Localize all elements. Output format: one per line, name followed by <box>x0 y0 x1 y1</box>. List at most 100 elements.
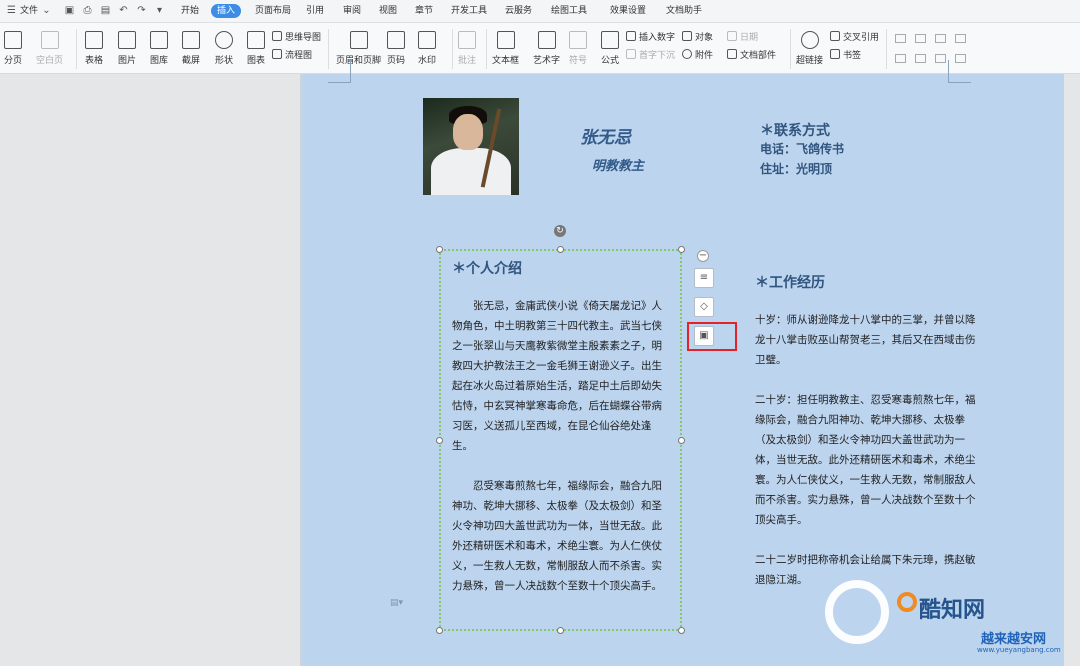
resize-handle[interactable] <box>436 246 443 253</box>
page-break-icon <box>4 31 22 49</box>
contact-phone: 电话：飞鸽传书 <box>760 142 845 156</box>
formula-button[interactable]: 公式 <box>601 31 619 66</box>
first-drop-button[interactable]: 首字下沉 <box>626 49 675 63</box>
page-number-button[interactable]: 页码 <box>387 31 405 66</box>
symbol-icon <box>569 31 587 49</box>
bookmark-icon <box>830 49 840 59</box>
picture-icon <box>118 31 136 49</box>
resize-handle[interactable] <box>557 627 564 634</box>
screenshot-icon <box>182 31 200 49</box>
menu-bar: ☰ 文件 ⌄ ▣ ⎙ ▤ ↶ ↷ ▾ 开始 插入 页面布局 引用 审阅 视图 章… <box>0 0 1080 23</box>
print-preview-icon[interactable]: ▤ <box>100 5 111 16</box>
picture-button[interactable]: 图片 <box>118 31 136 66</box>
layout-icon[interactable] <box>895 54 906 63</box>
table-icon <box>85 31 103 49</box>
highlight-box <box>687 322 737 351</box>
tab-view[interactable]: 视图 <box>379 0 397 22</box>
comment-button[interactable]: 批注 <box>458 31 476 66</box>
watermark-icon <box>418 31 436 49</box>
ribbon: 分页 空白页 表格 图片 图库 截屏 形状 图表 思维导图 流程图 页眉和页脚 … <box>0 23 1080 74</box>
table-button[interactable]: 表格 <box>85 31 103 66</box>
layout-icon[interactable] <box>915 54 926 63</box>
contact-heading: ＊联系方式 <box>760 123 830 139</box>
fill-icon[interactable]: ◇ <box>694 297 714 317</box>
shape-button[interactable]: 形状 <box>215 31 233 66</box>
mindmap-icon <box>272 31 282 41</box>
tab-page-layout[interactable]: 页面布局 <box>255 0 291 22</box>
print-icon[interactable]: ⎙ <box>82 5 93 16</box>
layout-options-icon[interactable]: ≡ <box>694 268 714 288</box>
wordart-button[interactable]: 艺术字 <box>533 31 560 66</box>
comment-icon <box>458 31 476 49</box>
tab-review[interactable]: 审阅 <box>343 0 361 22</box>
paragraph-mark-icon[interactable]: ▤▾ <box>390 598 403 608</box>
flowchart-button[interactable]: 流程图 <box>272 49 312 63</box>
layout-icon[interactable] <box>955 34 966 43</box>
layout-icon[interactable] <box>895 34 906 43</box>
resize-handle[interactable] <box>678 627 685 634</box>
layout-icon[interactable] <box>935 34 946 43</box>
watermark-button[interactable]: 水印 <box>418 31 436 66</box>
mindmap-button[interactable]: 思维导图 <box>272 31 321 45</box>
tab-insert[interactable]: 插入 <box>211 4 242 18</box>
ribbon-divider <box>452 29 453 69</box>
save-icon[interactable]: ▣ <box>64 5 75 16</box>
insert-number-button[interactable]: 插入数字 <box>626 31 675 45</box>
object-icon <box>682 31 692 41</box>
resize-handle[interactable] <box>436 437 443 444</box>
gallery-button[interactable]: 图库 <box>150 31 168 66</box>
customize-toolbar-icon[interactable]: ▾ <box>154 5 165 16</box>
date-button[interactable]: 日期 <box>727 31 758 45</box>
tab-references[interactable]: 引用 <box>306 0 324 22</box>
resize-handle[interactable] <box>678 437 685 444</box>
bookmark-button[interactable]: 书签 <box>830 49 861 63</box>
object-button[interactable]: 对象 <box>682 31 713 45</box>
profile-photo[interactable] <box>423 98 519 195</box>
blank-page-icon <box>40 31 59 49</box>
tab-doc-assistant[interactable]: 文档助手 <box>666 0 702 22</box>
margin-corner-mark <box>328 60 351 83</box>
collapse-icon[interactable]: − <box>697 250 709 262</box>
cross-reference-button[interactable]: 交叉引用 <box>830 31 879 45</box>
attachment-icon <box>682 49 692 59</box>
chevron-down-icon[interactable]: ⌄ <box>41 5 52 16</box>
doc-parts-button[interactable]: 文档部件 <box>727 49 776 63</box>
date-icon <box>727 31 737 41</box>
symbol-button[interactable]: 符号 <box>569 31 587 66</box>
hamburger-menu-icon[interactable]: ☰ <box>6 5 17 16</box>
undo-icon[interactable]: ↶ <box>118 5 129 16</box>
work-paragraph-1: 十岁：师从谢逊降龙十八掌中的三掌，并曾以降龙十八掌击败巫山帮贺老三，其后又在西域… <box>755 314 976 366</box>
resize-handle[interactable] <box>557 246 564 253</box>
blank-page-button[interactable]: 空白页 <box>36 31 63 66</box>
flowchart-icon <box>272 49 282 59</box>
cross-reference-icon <box>830 31 840 41</box>
redo-icon[interactable]: ↷ <box>136 5 147 16</box>
attachment-button[interactable]: 附件 <box>682 49 713 63</box>
tab-sections[interactable]: 章节 <box>415 0 433 22</box>
shape-icon <box>215 31 233 49</box>
margin-corner-mark <box>948 60 971 83</box>
hyperlink-button[interactable]: 超链接 <box>796 31 823 66</box>
tab-drawing-tools[interactable]: 绘图工具 <box>551 0 587 22</box>
tab-home[interactable]: 开始 <box>181 0 199 22</box>
tab-developer[interactable]: 开发工具 <box>451 0 487 22</box>
screenshot-button[interactable]: 截屏 <box>182 31 200 66</box>
file-menu[interactable]: 文件 <box>20 0 38 22</box>
layout-icon[interactable] <box>935 54 946 63</box>
ribbon-divider <box>486 29 487 69</box>
chart-button[interactable]: 图表 <box>247 31 265 66</box>
rotate-handle-icon[interactable]: ↻ <box>554 225 566 237</box>
page-number-icon <box>387 31 405 49</box>
textbox-button[interactable]: 文本框 <box>492 31 519 66</box>
layout-icon[interactable] <box>915 34 926 43</box>
contact-address: 住址：光明顶 <box>760 162 833 176</box>
page-break-button[interactable]: 分页 <box>4 31 22 66</box>
tab-cloud[interactable]: 云服务 <box>505 0 532 22</box>
work-heading: ＊工作经历 <box>755 275 825 291</box>
intro-paragraph-1: 张无忌，金庸武侠小说《倚天屠龙记》人物角色，中土明教第三十四代教主。武当七侠之一… <box>452 300 662 452</box>
resize-handle[interactable] <box>678 246 685 253</box>
textbox-icon <box>496 31 515 49</box>
resize-handle[interactable] <box>436 627 443 634</box>
tab-effects[interactable]: 效果设置 <box>610 0 646 22</box>
insert-number-icon <box>626 31 636 41</box>
